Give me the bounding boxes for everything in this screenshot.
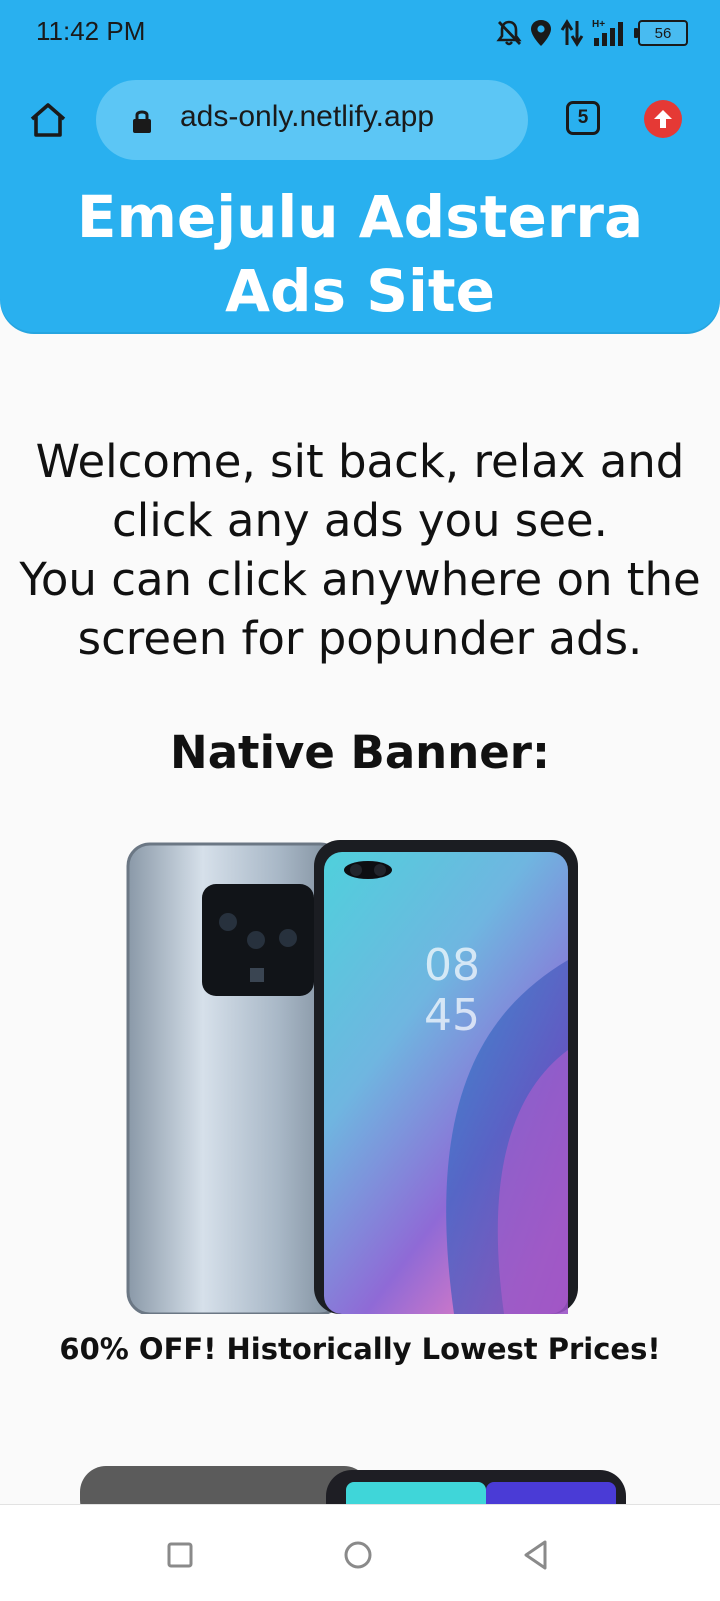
home-icon	[30, 103, 66, 137]
site-header: Emejulu Adsterra Ads Site	[0, 176, 720, 334]
status-bar: 11:42 PM H+ 56	[0, 0, 720, 66]
url-text: ads-only.netlify.app	[180, 100, 435, 133]
second-ad-image[interactable]	[76, 1466, 646, 1506]
update-icon	[654, 110, 672, 128]
location-icon	[531, 20, 551, 46]
status-icons: H+ 56	[496, 16, 688, 50]
site-title: Emejulu Adsterra Ads Site	[76, 183, 644, 325]
welcome-line-2: You can click anywhere on the screen for…	[19, 553, 701, 665]
browser-top-area: 11:42 PM H+ 56 ads-only.netlify.app 5	[0, 0, 720, 176]
update-button[interactable]	[644, 100, 682, 138]
signal-icon: H+	[592, 19, 623, 46]
system-nav-bar	[0, 1504, 720, 1601]
welcome-message: Welcome, sit back, relax and click any a…	[0, 432, 720, 668]
smartphone-product-image[interactable]: 08 45	[124, 840, 594, 1314]
native-ad[interactable]: 08 45 60% OFF! Historically Lowest Price…	[0, 840, 720, 1366]
address-bar[interactable]: ads-only.netlify.app	[96, 80, 528, 160]
home-button[interactable]	[24, 96, 72, 144]
status-time: 11:42 PM	[36, 16, 146, 46]
battery-icon: 56	[634, 20, 688, 46]
welcome-line-1: Welcome, sit back, relax and click any a…	[35, 435, 685, 547]
battery-level: 56	[654, 24, 672, 42]
mute-icon	[496, 20, 522, 46]
ad-caption[interactable]: 60% OFF! Historically Lowest Prices!	[0, 1332, 720, 1366]
svg-text:45: 45	[424, 990, 480, 1041]
home-nav-icon[interactable]	[340, 1537, 376, 1573]
svg-text:08: 08	[424, 940, 480, 991]
tabs-button[interactable]: 5	[566, 101, 600, 135]
lock-icon	[133, 110, 151, 133]
data-transfer-icon	[560, 19, 584, 47]
tab-count: 5	[577, 107, 589, 128]
recents-icon[interactable]	[162, 1537, 198, 1573]
native-banner-heading: Native Banner:	[170, 726, 550, 779]
back-icon[interactable]	[518, 1537, 554, 1573]
browser-toolbar: ads-only.netlify.app 5	[0, 78, 720, 162]
svg-text:H+: H+	[592, 19, 605, 30]
